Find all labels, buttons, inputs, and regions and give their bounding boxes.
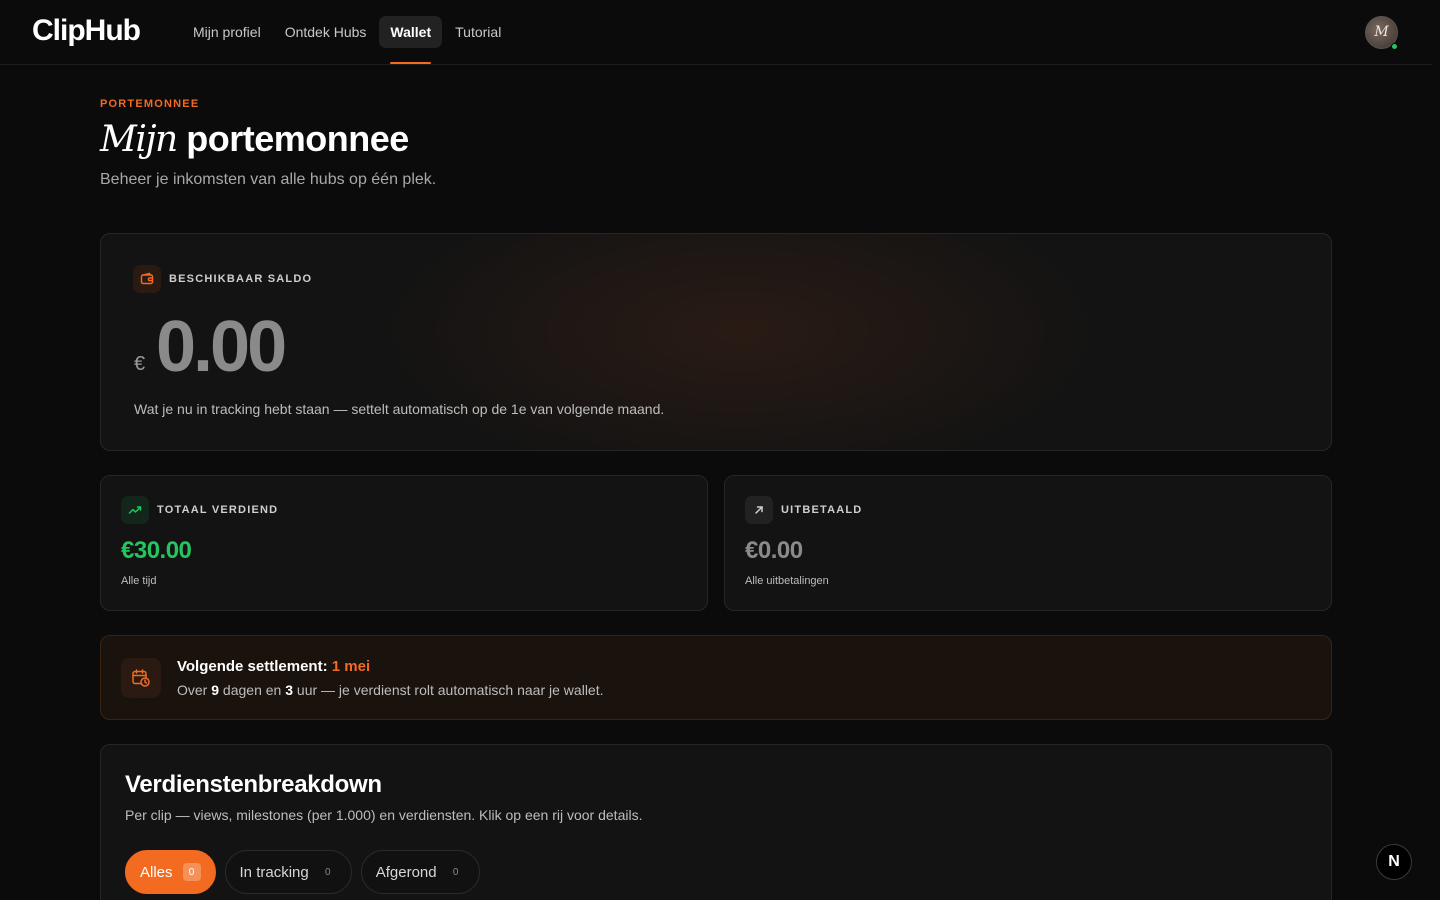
balance-currency: € — [134, 353, 146, 375]
breakdown-title: Verdienstenbreakdown — [125, 771, 382, 798]
filter-afgerond-count: 0 — [452, 866, 459, 878]
countdown-days-label: dagen en — [222, 682, 282, 698]
top-navigation-bar: ClipHub Mijn profiel Ontdek Hubs Wallet … — [0, 0, 1440, 65]
settlement-date: 1 mei — [331, 658, 371, 675]
countdown-over: Over — [177, 682, 208, 698]
balance-amount: 0.00 — [156, 307, 287, 387]
dev-tools-badge[interactable]: N — [1376, 844, 1412, 880]
breakdown-subtitle: Per clip — views, milestones (per 1.000)… — [125, 807, 643, 823]
filter-alles-label: Alles — [140, 863, 173, 881]
filter-in-tracking-label: In tracking — [239, 863, 309, 881]
calendar-clock-icon — [121, 658, 161, 698]
filter-in-tracking-count: 0 — [324, 866, 331, 878]
total-earned-card: TOTAAL VERDIEND €30.00 Alle tijd — [100, 475, 708, 611]
filter-afgerond[interactable]: Afgerond 0 — [360, 850, 480, 894]
cliphub-logo[interactable]: ClipHub — [32, 14, 141, 48]
filter-alles[interactable]: Alles 0 — [125, 850, 216, 894]
earnings-breakdown-section: Verdienstenbreakdown Per clip — views, m… — [100, 744, 1332, 900]
paid-out-sub: Alle uitbetalingen — [745, 575, 829, 587]
page-title: Mijn portemonnee — [100, 118, 409, 160]
nav-item-wallet[interactable]: Wallet — [379, 16, 443, 64]
settlement-title-prefix: Volgende settlement: — [177, 658, 328, 675]
nav-item-ontdek-hubs[interactable]: Ontdek Hubs — [274, 16, 378, 48]
main-nav: Mijn profiel Ontdek Hubs Wallet Tutorial — [182, 16, 512, 64]
page-scrollbar[interactable] — [1432, 0, 1440, 900]
page-title-rest: portemonnee — [186, 118, 409, 159]
paid-out-label: UITBETAALD — [781, 504, 863, 516]
filter-alles-count: 0 — [182, 863, 201, 881]
paid-out-value: €0.00 — [745, 537, 803, 564]
page-subtitle: Beheer je inkomsten van alle hubs op één… — [100, 171, 437, 188]
balance-card: BESCHIKBAAR SALDO € 0.00 Wat je nu in tr… — [100, 233, 1332, 451]
trending-up-icon — [121, 496, 149, 524]
countdown-hours: 3 — [285, 682, 294, 698]
page-eyebrow: PORTEMONNEE — [100, 98, 200, 110]
nav-item-mijn-profiel[interactable]: Mijn profiel — [182, 16, 272, 48]
breakdown-filter-tabs: Alles 0 In tracking 0 Afgerond 0 — [125, 850, 480, 894]
filter-afgerond-label: Afgerond — [375, 863, 437, 881]
balance-note: Wat je nu in tracking hebt staan — sette… — [134, 401, 665, 417]
arrow-up-right-icon — [745, 496, 773, 524]
total-earned-label: TOTAAL VERDIEND — [157, 504, 279, 516]
wallet-icon — [133, 265, 161, 293]
balance-label: BESCHIKBAAR SALDO — [169, 273, 313, 285]
page-title-italic: Mijn — [100, 119, 178, 160]
next-settlement-banner: Volgende settlement: 1 mei Over 9 dagen … — [100, 635, 1332, 720]
settlement-countdown: Over 9 dagen en 3 uur — je verdienst rol… — [177, 682, 604, 698]
paid-out-card: UITBETAALD €0.00 Alle uitbetalingen — [724, 475, 1332, 611]
total-earned-value: €30.00 — [121, 537, 192, 564]
online-status-indicator — [1391, 43, 1398, 50]
total-earned-sub: Alle tijd — [121, 575, 157, 587]
countdown-days: 9 — [211, 682, 220, 698]
filter-in-tracking[interactable]: In tracking 0 — [224, 850, 352, 894]
nav-item-tutorial[interactable]: Tutorial — [444, 16, 512, 48]
settlement-title: Volgende settlement: 1 mei — [177, 658, 370, 675]
countdown-rest: uur — je verdienst rolt automatisch naar… — [296, 682, 604, 698]
